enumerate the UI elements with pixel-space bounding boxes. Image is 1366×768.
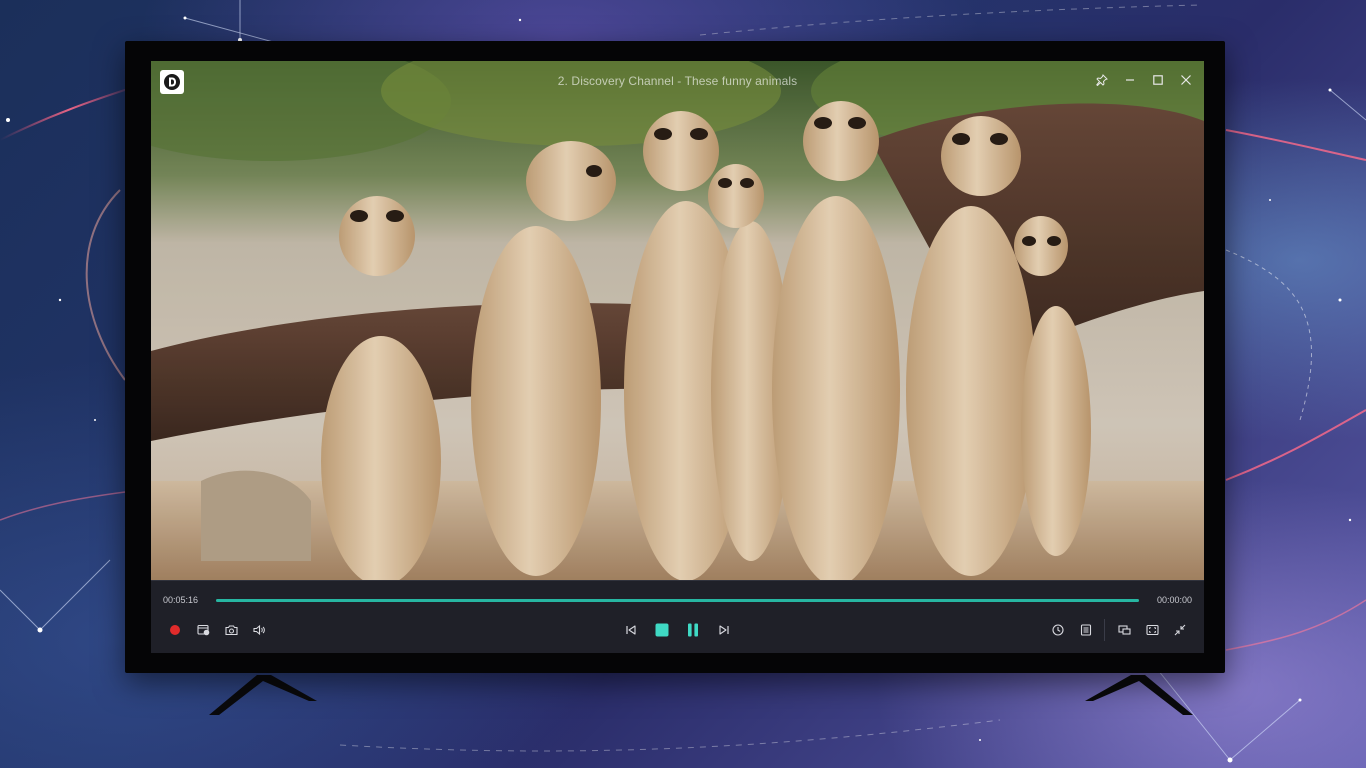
minimize-button[interactable]: [1117, 69, 1143, 91]
playlist-icon: [1080, 624, 1092, 636]
tv-stand-right: [1085, 675, 1193, 715]
window-title: 2. Discovery Channel - These funny anima…: [557, 74, 798, 88]
volume-icon: [252, 624, 265, 636]
playlist-button[interactable]: [1075, 621, 1097, 639]
seek-bar[interactable]: [216, 599, 1139, 602]
collapse-button[interactable]: [1169, 621, 1191, 639]
close-button[interactable]: [1173, 69, 1199, 91]
control-divider: [1104, 619, 1105, 641]
previous-button[interactable]: [620, 621, 642, 639]
record-button[interactable]: [164, 621, 186, 639]
picture-in-picture-icon: [1117, 625, 1131, 635]
history-button[interactable]: [1047, 621, 1069, 639]
tv-stand-left: [209, 675, 317, 715]
snapshot-button[interactable]: [220, 621, 242, 639]
pause-button[interactable]: [682, 621, 704, 639]
camera-icon: [224, 625, 238, 636]
control-bar: 00:05:16 00:00:00: [151, 580, 1204, 653]
record-icon: [170, 625, 180, 635]
clock-icon: [1052, 624, 1064, 636]
collapse-icon: [1174, 624, 1186, 636]
seek-bar-fill: [216, 599, 1139, 602]
pin-button[interactable]: [1089, 69, 1115, 91]
remaining-time: 00:00:00: [1156, 595, 1192, 605]
pin-icon: [1096, 74, 1108, 86]
next-button[interactable]: [713, 621, 735, 639]
fullscreen-icon: [1145, 624, 1159, 636]
desktop-background: 2. Discovery Channel - These funny anima…: [0, 0, 1366, 768]
close-icon: [1181, 75, 1191, 85]
record-screen-button[interactable]: [192, 621, 214, 639]
maximize-icon: [1153, 75, 1163, 85]
minimize-icon: [1126, 79, 1134, 81]
volume-button[interactable]: [248, 621, 270, 639]
video-player-window: 2. Discovery Channel - These funny anima…: [151, 61, 1204, 653]
title-bar[interactable]: 2. Discovery Channel - These funny anima…: [151, 61, 1204, 101]
skip-next-icon: [719, 625, 729, 635]
stop-button[interactable]: [651, 621, 673, 639]
maximize-button[interactable]: [1145, 69, 1171, 91]
elapsed-time: 00:05:16: [163, 595, 199, 605]
video-frame[interactable]: [151, 61, 1204, 581]
stop-icon: [655, 623, 669, 637]
mini-player-button[interactable]: [1113, 621, 1135, 639]
record-screen-icon: [196, 624, 209, 636]
skip-previous-icon: [626, 625, 636, 635]
fullscreen-button[interactable]: [1141, 621, 1163, 639]
pause-icon: [688, 623, 698, 637]
